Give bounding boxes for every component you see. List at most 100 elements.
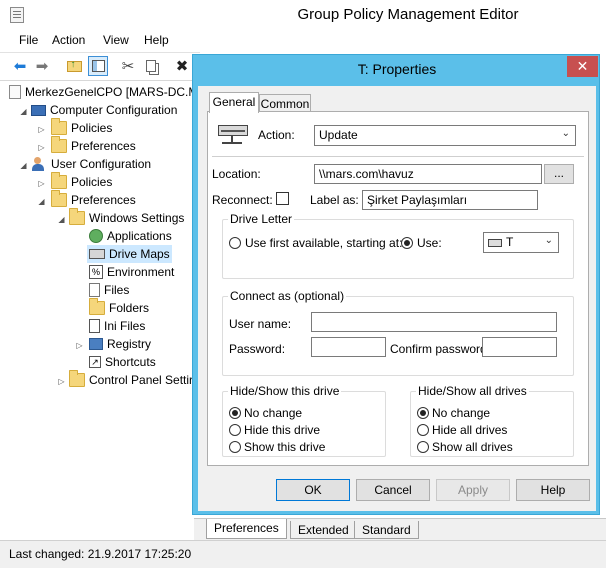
tree-user-configuration[interactable]: User Configuration <box>31 155 151 173</box>
tree-ini-files[interactable]: Ini Files <box>89 317 145 335</box>
tree-shortcuts[interactable]: ↗ Shortcuts <box>89 353 156 371</box>
tree-label: Applications <box>107 229 172 243</box>
collapse-arrow-icon[interactable]: ◢ <box>37 197 46 206</box>
tree-label: Preferences <box>71 139 136 153</box>
show-this-drive-radio[interactable] <box>229 441 241 453</box>
action-value: Update <box>319 128 358 142</box>
use-first-available-radio[interactable] <box>229 237 241 249</box>
gpo-document-icon <box>9 85 21 99</box>
collapse-arrow-icon[interactable]: ◢ <box>19 161 28 170</box>
collapse-arrow-icon[interactable]: ◢ <box>19 107 28 116</box>
collapse-arrow-icon[interactable]: ◢ <box>57 215 66 224</box>
tree-control-panel-settings[interactable]: Control Panel Settir <box>69 370 193 389</box>
expand-arrow-icon[interactable]: ▷ <box>37 125 46 134</box>
folder-icon <box>69 370 85 387</box>
label-as-input[interactable]: Şirket Paylaşımları <box>362 190 538 210</box>
hide-this-drive-radio[interactable] <box>229 424 241 436</box>
location-input[interactable]: \\mars.com\havuz <box>314 164 542 184</box>
tree-files[interactable]: Files <box>89 281 129 299</box>
show-this-drive-label: Show this drive <box>244 440 326 454</box>
folder-icon <box>51 118 67 135</box>
tree-windows-settings[interactable]: Windows Settings <box>69 208 184 227</box>
menu-view[interactable]: View <box>103 33 129 47</box>
drive-no-change-radio[interactable] <box>229 407 241 419</box>
tree-root[interactable]: MerkezGenelCPO [MARS-DC.M <box>9 83 194 101</box>
reconnect-checkbox[interactable] <box>276 192 289 205</box>
properties-dialog: T: Properties ✕ General Common Action: U… <box>192 54 600 515</box>
main-title-bar: Group Policy Management Editor <box>0 0 606 30</box>
expand-arrow-icon[interactable]: ▷ <box>75 341 84 350</box>
status-bar: Last changed: 21.9.2017 17:25:20 <box>0 540 606 568</box>
drive-letter-value: T <box>506 235 514 249</box>
view-tab-strip: Preferences Extended Standard <box>194 518 606 540</box>
tab-preferences[interactable]: Preferences <box>206 519 287 539</box>
toolbar: ⬅ ➡ ↑ ✂ ✖ <box>0 52 200 78</box>
expand-arrow-icon[interactable]: ▷ <box>37 179 46 188</box>
tree-uc-policies[interactable]: Policies <box>51 172 113 191</box>
tree-computer-configuration[interactable]: Computer Configuration <box>31 101 177 119</box>
hide-all-drives-radio[interactable] <box>417 424 429 436</box>
folder-icon <box>51 172 67 189</box>
delete-icon[interactable]: ✖ <box>172 56 192 76</box>
menu-help[interactable]: Help <box>144 33 169 47</box>
tree-drive-maps[interactable]: Drive Maps <box>87 245 172 263</box>
cancel-button[interactable]: Cancel <box>356 479 430 501</box>
tree-cc-preferences[interactable]: Preferences <box>51 136 136 155</box>
menu-action[interactable]: Action <box>52 33 85 47</box>
dialog-body: General Common Action: Update ⌄ Location… <box>198 86 596 511</box>
all-no-change-radio[interactable] <box>417 407 429 419</box>
tree-label: Policies <box>71 175 113 189</box>
show-hide-tree-icon[interactable] <box>88 56 108 76</box>
up-folder-icon[interactable]: ↑ <box>64 56 84 76</box>
chevron-down-icon: ⌄ <box>544 235 553 246</box>
tree-uc-preferences[interactable]: Preferences <box>51 190 136 209</box>
tree-registry[interactable]: Registry <box>89 335 151 353</box>
user-name-label: User name: <box>229 317 292 331</box>
tree-label: Ini Files <box>104 319 146 333</box>
drive-map-icon <box>218 122 250 144</box>
close-button[interactable]: ✕ <box>567 56 598 77</box>
general-tab-page: Action: Update ⌄ Location: \\mars.com\ha… <box>207 111 589 466</box>
action-label: Action: <box>258 128 295 142</box>
show-all-drives-label: Show all drives <box>432 440 513 454</box>
back-arrow-icon[interactable]: ⬅ <box>10 56 30 76</box>
expand-arrow-icon[interactable]: ▷ <box>57 377 66 386</box>
password-label: Password: <box>229 342 286 356</box>
tab-standard[interactable]: Standard <box>354 521 419 539</box>
hide-this-drive-label: Hide this drive <box>244 423 321 437</box>
hide-show-all-group: Hide/Show all drives No change Hide all … <box>410 384 574 457</box>
label-as-label: Label as: <box>310 193 359 207</box>
expand-arrow-icon[interactable]: ▷ <box>37 143 46 152</box>
user-name-input[interactable] <box>311 312 557 332</box>
use-first-available-label: Use first available, starting at: <box>245 236 403 250</box>
copy-icon[interactable] <box>141 56 161 76</box>
apply-button[interactable]: Apply <box>436 479 510 501</box>
show-all-drives-radio[interactable] <box>417 441 429 453</box>
cut-icon[interactable]: ✂ <box>118 56 138 76</box>
action-select[interactable]: Update ⌄ <box>314 125 576 146</box>
tab-extended[interactable]: Extended <box>290 521 357 539</box>
menu-bar: File Action View Help <box>0 30 200 50</box>
chevron-down-icon: ⌄ <box>561 128 570 139</box>
folder-icon <box>51 190 67 207</box>
help-button[interactable]: Help <box>516 479 590 501</box>
use-radio[interactable] <box>401 237 413 249</box>
ok-button[interactable]: OK <box>276 479 350 501</box>
browse-button[interactable]: ... <box>544 164 574 184</box>
confirm-password-input[interactable] <box>482 337 557 357</box>
tree-label: Environment <box>107 265 175 279</box>
forward-arrow-icon[interactable]: ➡ <box>32 56 52 76</box>
tree-cc-policies[interactable]: Policies <box>51 118 112 137</box>
tree-folders[interactable]: Folders <box>89 298 149 317</box>
connect-as-title: Connect as (optional) <box>228 289 347 303</box>
drive-letter-select[interactable]: T ⌄ <box>483 232 559 253</box>
menu-file[interactable]: File <box>19 33 38 47</box>
computer-icon <box>31 104 46 116</box>
tree-applications[interactable]: Applications <box>89 227 172 245</box>
tab-general[interactable]: General <box>209 92 259 113</box>
tree-environment[interactable]: % Environment <box>89 263 174 281</box>
hide-show-drive-title: Hide/Show this drive <box>228 384 342 398</box>
password-input[interactable] <box>311 337 386 357</box>
tree-label: Files <box>104 283 130 297</box>
user-icon <box>31 157 47 171</box>
